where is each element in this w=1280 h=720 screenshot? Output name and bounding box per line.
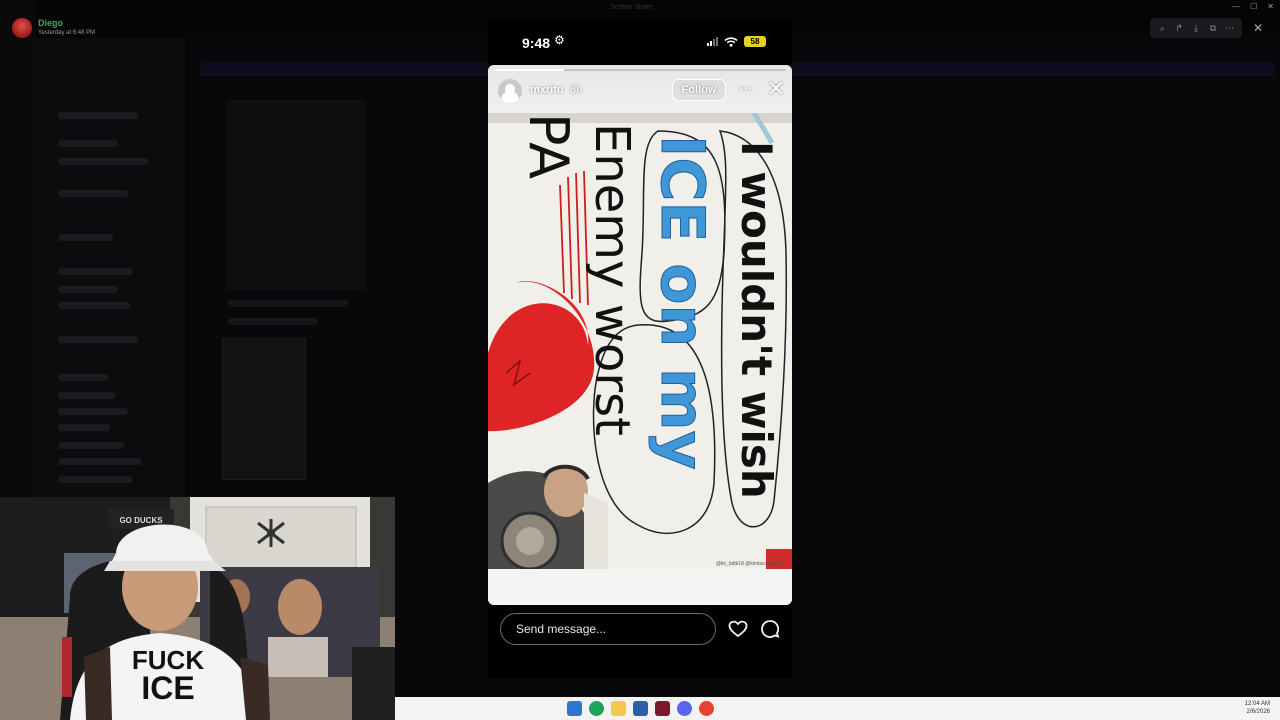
phone-screen: 9:48 ⚙ 58 mxrito 8h Follow ··· ✕ I would…	[488, 18, 792, 678]
comment-icon[interactable]	[760, 619, 780, 639]
system-clock[interactable]: 12:04 AM 2/6/2026	[1245, 700, 1270, 716]
clock-date: 2/6/2026	[1246, 709, 1270, 715]
story-username[interactable]: mxrito	[530, 84, 564, 96]
obs-icon[interactable]	[699, 701, 714, 716]
gear-icon: ⚙	[554, 33, 565, 47]
embedded-video	[226, 100, 366, 290]
channel-item	[58, 234, 113, 241]
channel-item	[58, 442, 124, 449]
avatar[interactable]	[12, 18, 32, 38]
window-controls: — ☐ ✕	[1232, 2, 1274, 11]
download-icon[interactable]: ⤓	[1190, 22, 1202, 34]
app-icon[interactable]	[655, 701, 670, 716]
photo-credit: @its_bdtk18 @kimlaccelbutta	[716, 561, 782, 567]
edge-icon[interactable]	[589, 701, 604, 716]
signal-icon	[707, 37, 718, 46]
channel-item	[58, 268, 133, 275]
more-options-icon[interactable]: ···	[736, 81, 756, 97]
story-progress-bar	[494, 69, 786, 71]
sign-text-line-3: Enemy worst	[584, 123, 640, 436]
server-sidebar	[0, 0, 36, 500]
story-header: mxrito 8h Follow ··· ✕	[488, 65, 792, 113]
message-timestamp: Yesterday at 6:48 PM	[38, 30, 96, 36]
popout-icon[interactable]: ⧉	[1207, 22, 1219, 34]
channel-item	[58, 302, 130, 309]
wall-sign-text: GO DUCKS	[119, 516, 163, 525]
window-title: Screen Share	[610, 4, 653, 11]
maximize-icon[interactable]: ☐	[1250, 2, 1257, 11]
shirt-text-line-2: ICE	[141, 670, 194, 706]
follow-button[interactable]: Follow	[672, 79, 726, 101]
chat-message-line	[228, 318, 318, 325]
channel-item	[58, 158, 148, 165]
channel-item	[58, 458, 142, 465]
channel-item	[58, 190, 128, 197]
discord-icon[interactable]	[677, 701, 692, 716]
more-icon[interactable]: ⋯	[1224, 22, 1236, 34]
instagram-story[interactable]: mxrito 8h Follow ··· ✕ I wouldn't wish I…	[488, 65, 792, 605]
image-attachment-thumbnail	[222, 338, 306, 480]
clock-time: 12:04 AM	[1244, 701, 1270, 707]
start-icon[interactable]	[567, 701, 582, 716]
battery-icon: 58	[744, 36, 766, 47]
channel-item	[58, 408, 128, 415]
channel-item	[58, 476, 132, 483]
screen-share-viewer: Screen Share — ☐ ✕ Diego Yesterday at 6:…	[0, 0, 1280, 720]
channel-item	[58, 374, 108, 381]
channel-item	[58, 112, 138, 119]
chat-message-line	[228, 300, 348, 307]
author-name[interactable]: Diego	[38, 18, 63, 28]
avatar[interactable]	[498, 79, 522, 103]
status-time: 9:48	[522, 35, 551, 51]
close-icon[interactable]: ✕	[766, 78, 786, 100]
status-indicators: 58	[707, 36, 766, 47]
share-icon[interactable]: ↱	[1173, 22, 1185, 34]
heart-icon[interactable]	[728, 619, 748, 639]
media-toolbar: ⌕ ↱ ⤓ ⧉ ⋯	[1150, 18, 1242, 38]
channel-item	[58, 140, 118, 147]
sign-text-line-4: PA	[517, 113, 580, 179]
file-explorer-icon[interactable]	[611, 701, 626, 716]
channel-item	[58, 336, 138, 343]
channel-item	[58, 286, 118, 293]
send-message-input[interactable]: Send message...	[500, 613, 716, 645]
store-icon[interactable]	[633, 701, 648, 716]
story-footer	[488, 569, 792, 605]
taskbar: 12:04 AM 2/6/2026	[395, 697, 1280, 720]
channel-item	[58, 392, 116, 399]
minimize-icon[interactable]: —	[1232, 2, 1240, 11]
story-age: 8h	[570, 84, 583, 96]
close-viewer-button[interactable]: ✕	[1250, 20, 1266, 36]
webcam-overlay: GO DUCKS FUCK ICE	[0, 497, 395, 720]
story-photo-handmade-sign: I wouldn't wish ICE on my Enemy worst PA	[488, 113, 792, 569]
channel-item	[58, 424, 110, 431]
sign-text-line-2: ICE on my	[647, 135, 717, 470]
wifi-icon	[724, 36, 738, 47]
window-close-icon[interactable]: ✕	[1267, 2, 1274, 11]
sign-text-line-1: I wouldn't wish	[732, 141, 781, 499]
zoom-icon[interactable]: ⌕	[1156, 22, 1168, 34]
